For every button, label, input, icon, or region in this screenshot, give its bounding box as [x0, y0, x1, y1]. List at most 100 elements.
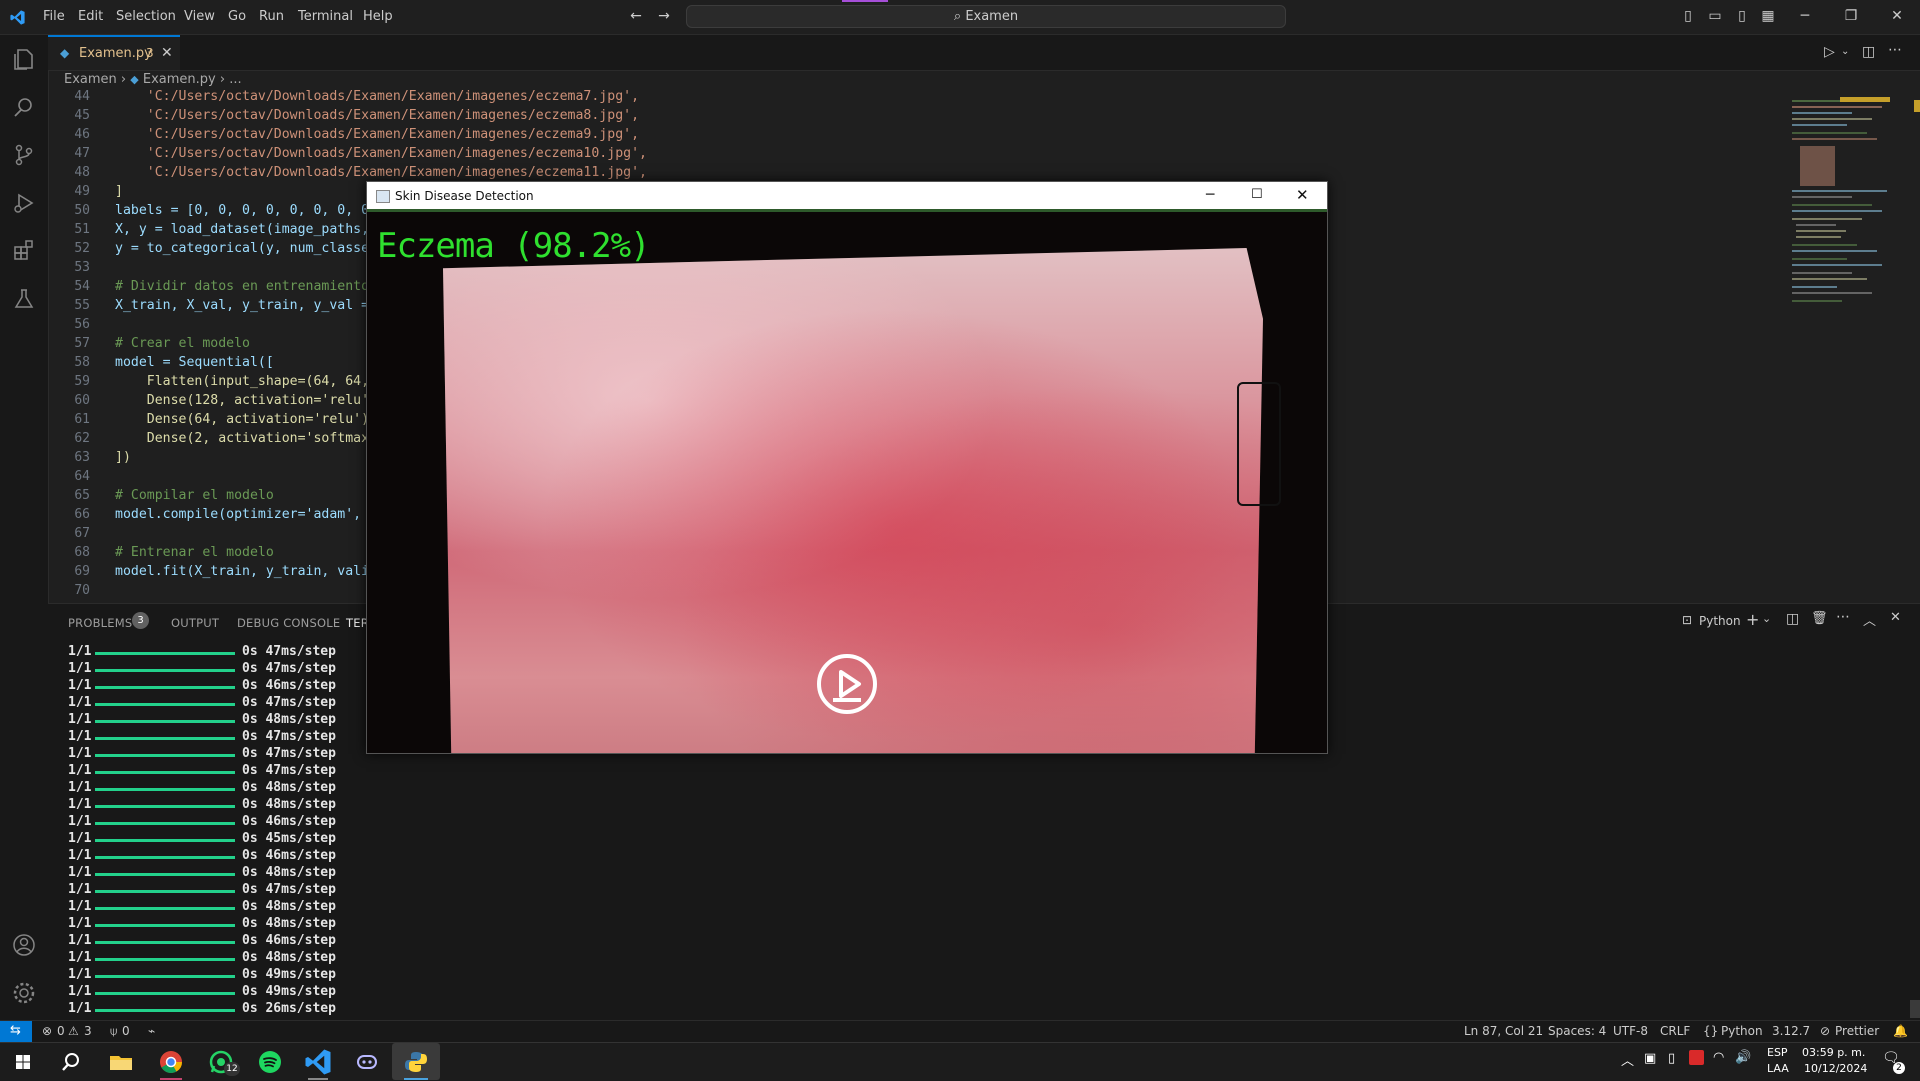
volume-icon[interactable]: 🔊 [1735, 1050, 1751, 1065]
input-language-1[interactable]: ESP [1767, 1046, 1788, 1059]
clock-time[interactable]: 03:59 p. m. [1802, 1046, 1865, 1059]
copilot-app-icon[interactable] [352, 1047, 382, 1077]
source-control-icon[interactable] [10, 141, 38, 169]
more-actions-icon[interactable]: ⋯ [1888, 42, 1902, 58]
accounts-icon[interactable] [10, 931, 38, 959]
python-window-taskbar-button[interactable] [392, 1043, 440, 1080]
tray-app-icon[interactable]: ▣ [1644, 1051, 1656, 1066]
warning-count[interactable]: 3 [84, 1024, 92, 1038]
forward-arrow-icon[interactable]: → [656, 8, 672, 24]
formatter[interactable]: Prettier [1835, 1024, 1879, 1038]
terminal-progress-row: 1/1 0s 47ms/step [68, 661, 336, 678]
run-dropdown-chevron-icon[interactable]: ⌄ [1841, 46, 1849, 57]
terminal-dropdown-chevron-icon[interactable]: ⌄ [1762, 612, 1771, 625]
spotify-icon[interactable] [255, 1047, 285, 1077]
file-explorer-icon[interactable] [106, 1047, 136, 1077]
vscode-logo-icon [9, 9, 26, 26]
command-center-search[interactable]: ⌕ Examen [686, 5, 1286, 28]
clock-date[interactable]: 10/12/2024 [1804, 1062, 1867, 1075]
notifications-bell-icon[interactable]: 🔔 [1893, 1024, 1908, 1038]
minimap[interactable] [1790, 92, 1908, 322]
back-arrow-icon[interactable]: ← [628, 8, 644, 24]
wifi-icon[interactable]: ◠ [1713, 1050, 1724, 1065]
taskbar-search-icon[interactable] [56, 1047, 86, 1077]
tray-red-app-icon[interactable] [1689, 1050, 1704, 1065]
chrome-icon[interactable] [156, 1047, 186, 1077]
tray-battery-icon[interactable]: ▯ [1668, 1051, 1675, 1066]
breadcrumb-more[interactable]: ... [229, 72, 241, 87]
status-bar: ⇆ ⊗ 0 ⚠ 3 ⍦ 0 ⌁ Ln 87, Col 21 Spaces: 4 … [0, 1020, 1920, 1043]
toggle-secondary-sidebar-icon[interactable]: ▯ [1734, 8, 1750, 24]
popup-close-icon[interactable]: ✕ [1296, 186, 1309, 204]
line-ending[interactable]: CRLF [1660, 1024, 1690, 1038]
toggle-sidebar-icon[interactable]: ▯ [1680, 8, 1696, 24]
windows-start-icon[interactable] [8, 1047, 38, 1077]
settings-gear-icon[interactable] [10, 979, 38, 1007]
new-terminal-icon[interactable]: + [1746, 610, 1759, 629]
restore-icon[interactable]: ❐ [1843, 8, 1859, 24]
terminal-progress-row: 1/1 0s 48ms/step [68, 899, 336, 916]
skin-disease-detection-window[interactable]: Skin Disease Detection ─ ☐ ✕ Eczema (98.… [366, 181, 1328, 754]
code-line: model = Sequential([ [115, 355, 274, 370]
tray-overflow-chevron-icon[interactable]: ︿ [1621, 1050, 1634, 1069]
error-count[interactable]: 0 [57, 1024, 65, 1038]
minimize-icon[interactable]: ─ [1797, 8, 1813, 24]
input-language-2[interactable]: LAA [1767, 1062, 1789, 1075]
panel-more-icon[interactable]: ⋯ [1836, 609, 1850, 625]
step-count: 1/1 [68, 746, 92, 761]
split-editor-icon[interactable]: ◫ [1862, 44, 1875, 60]
menu-view[interactable]: View [184, 9, 215, 24]
encoding[interactable]: UTF-8 [1613, 1024, 1648, 1038]
menu-run[interactable]: Run [259, 9, 284, 24]
toggle-panel-icon[interactable]: ▭ [1707, 8, 1723, 24]
popup-minimize-icon[interactable]: ─ [1206, 187, 1214, 203]
tab-problems[interactable]: PROBLEMS [68, 616, 132, 630]
menu-help[interactable]: Help [363, 9, 393, 24]
close-icon[interactable]: ✕ [1889, 8, 1905, 24]
menu-terminal[interactable]: Terminal [298, 9, 353, 24]
cursor-position[interactable]: Ln 87, Col 21 [1464, 1024, 1543, 1038]
progress-bar [95, 686, 235, 689]
tab-output[interactable]: OUTPUT [171, 616, 219, 630]
testing-flask-icon[interactable] [10, 285, 38, 313]
split-terminal-icon[interactable]: ◫ [1786, 611, 1799, 627]
progress-bar [95, 958, 235, 961]
explorer-icon[interactable] [10, 45, 38, 73]
terminal-shell-label[interactable]: Python [1699, 614, 1741, 628]
menu-file[interactable]: File [43, 9, 65, 24]
menu-go[interactable]: Go [228, 9, 246, 24]
maximize-panel-chevron-icon[interactable]: ︿ [1863, 610, 1876, 629]
prettier-check-icon: ⊘ [1820, 1024, 1831, 1038]
close-panel-icon[interactable]: ✕ [1890, 610, 1901, 625]
remote-indicator[interactable]: ⇆ [0, 1021, 32, 1043]
popup-title-bar[interactable]: Skin Disease Detection ─ ☐ ✕ [367, 182, 1327, 212]
indentation[interactable]: Spaces: 4 [1548, 1024, 1606, 1038]
breadcrumb-folder[interactable]: Examen [64, 72, 117, 87]
customize-layout-icon[interactable]: ▦ [1760, 8, 1776, 24]
terminal-progress-row: 1/1 0s 46ms/step [68, 814, 336, 831]
line-number: 47 [74, 146, 90, 161]
menu-selection[interactable]: Selection [116, 9, 176, 24]
search-icon[interactable] [10, 93, 38, 121]
tab-examen-py[interactable]: ◆ Examen.py 3 ✕ [48, 35, 180, 70]
breadcrumb-file[interactable]: Examen.py [143, 72, 216, 87]
step-time: 0s 47ms/step [242, 729, 336, 744]
tab-close-icon[interactable]: ✕ [161, 45, 173, 61]
tab-debug-console[interactable]: DEBUG CONSOLE [237, 616, 340, 630]
menu-edit[interactable]: Edit [78, 9, 103, 24]
popup-maximize-icon[interactable]: ☐ [1251, 187, 1263, 202]
kill-terminal-trash-icon[interactable]: 🗑 [1811, 611, 1828, 626]
python-version[interactable]: 3.12.7 [1772, 1024, 1810, 1038]
extensions-icon[interactable] [10, 237, 38, 265]
run-debug-icon[interactable] [10, 189, 38, 217]
terminal-progress-row: 1/1 0s 49ms/step [68, 984, 336, 1001]
language-braces-icon: {} [1703, 1024, 1719, 1038]
code-line: y = to_categorical(y, num_classes [115, 241, 378, 256]
run-python-file-icon[interactable]: ▷ [1824, 44, 1835, 60]
vscode-taskbar-icon[interactable] [303, 1047, 333, 1077]
remote-icon: ⇆ [10, 1023, 21, 1038]
terminal-scrollbar[interactable] [1910, 1000, 1920, 1018]
live-share-icon[interactable]: ⌁ [148, 1024, 155, 1038]
language-mode[interactable]: Python [1721, 1024, 1763, 1038]
ports-count[interactable]: 0 [122, 1024, 130, 1038]
